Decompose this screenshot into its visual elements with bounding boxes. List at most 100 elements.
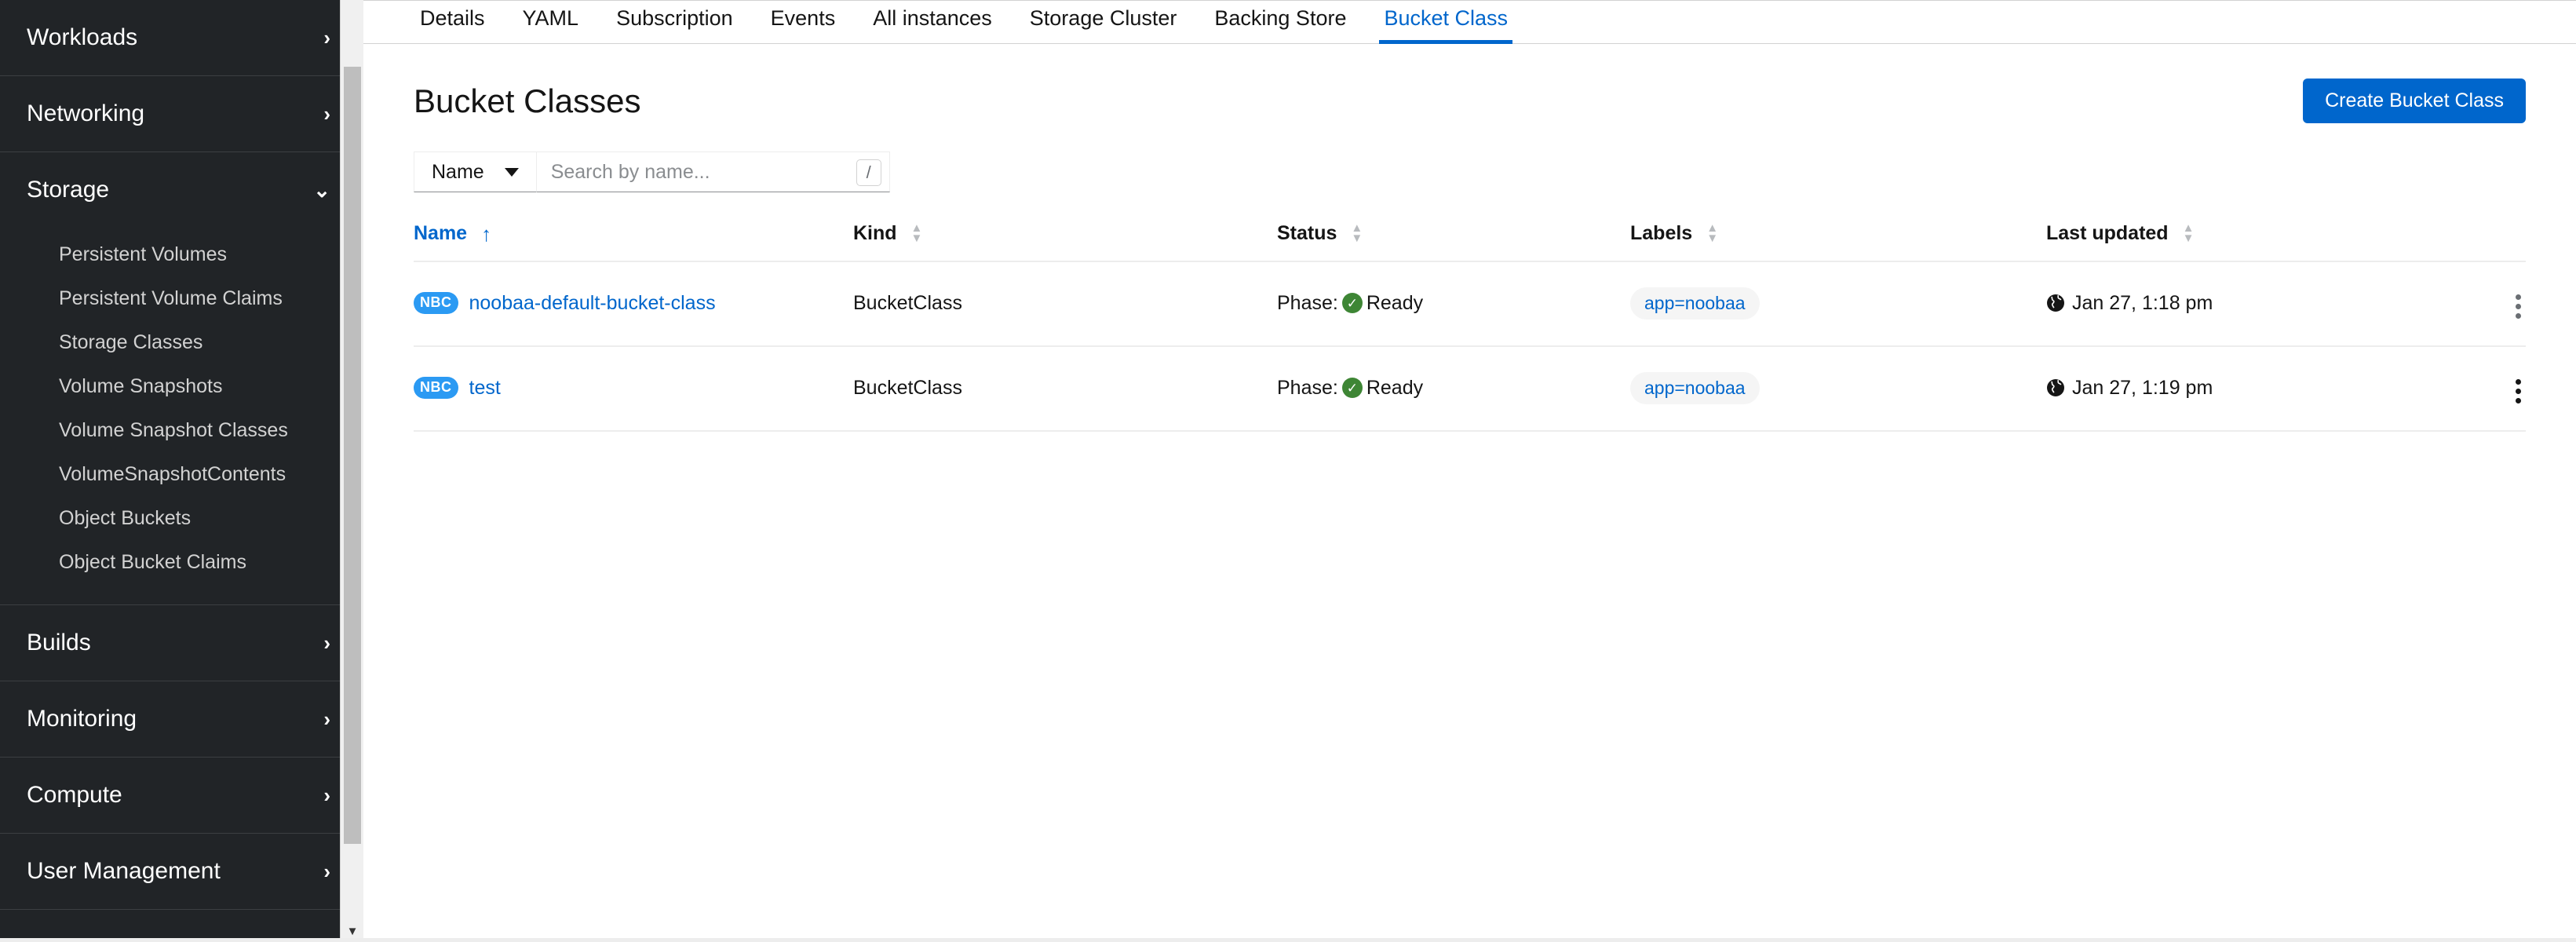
sidebar-group-monitoring: Monitoring › [0,681,363,758]
filter-attribute-select[interactable]: Name [414,152,537,192]
sort-unsorted-icon: ▲ ▼ [910,221,923,245]
cell-status: Phase: ✓ Ready [1277,346,1630,432]
bucket-classes-table: Name ↑ Kind ▲ ▼ Status ▲ ▼ Labels ▲ ▼ La… [414,211,2526,432]
sidebar-item-volumesnapshotcontents[interactable]: VolumeSnapshotContents [0,452,363,496]
column-header-label: Name [414,222,468,244]
tab-subscription[interactable]: Subscription [597,6,752,43]
label-chip[interactable]: app=noobaa [1630,371,1760,404]
filter-attribute-label: Name [432,160,484,183]
sidebar-item-label: User Management [27,858,221,884]
sidebar-scrollbar[interactable]: ▼ [340,0,363,942]
resource-link[interactable]: noobaa-default-bucket-class [469,292,716,315]
globe-icon [2047,379,2064,396]
check-circle-icon: ✓ [1341,293,1363,313]
sidebar-group-builds: Builds › [0,605,363,681]
sidebar-item-object-bucket-claims[interactable]: Object Bucket Claims [0,540,363,584]
chevron-right-icon: › [323,631,330,655]
column-header-label: Last updated [2046,222,2169,244]
resource-link[interactable]: test [469,377,501,400]
filter-group: Name / [414,152,890,192]
sidebar-item-storage[interactable]: Storage ⌄ [0,152,363,228]
search-input[interactable] [536,152,889,192]
chevron-right-icon: › [323,783,330,807]
tab-bucket-class[interactable]: Bucket Class [1365,6,1527,44]
console-page: Workloads › Networking › Storage ⌄ Persi… [0,0,2576,942]
chevron-right-icon: › [323,707,330,731]
row-actions-kebab-icon[interactable] [2511,290,2526,323]
column-header-name[interactable]: Name ↑ [414,211,853,262]
column-header-actions [2432,211,2526,262]
status-prefix: Phase: [1277,291,1338,314]
column-header-last-updated[interactable]: Last updated ▲ ▼ [2046,211,2432,262]
column-header-kind[interactable]: Kind ▲ ▼ [853,211,1277,262]
last-updated-text: Jan 27, 1:19 pm [2072,376,2213,399]
cell-actions [2432,346,2526,432]
filter-toolbar: Name / [363,123,2576,192]
cell-name: NBC test [414,346,853,432]
table-body: NBC noobaa-default-bucket-class BucketCl… [414,261,2526,432]
tab-all-instances[interactable]: All instances [854,6,1011,43]
tab-events[interactable]: Events [752,6,855,43]
status-badge: Ready [1366,376,1424,399]
check-circle-icon: ✓ [1341,378,1363,398]
page-bottom-edge [0,938,2576,942]
sidebar-item-monitoring[interactable]: Monitoring › [0,681,363,757]
sidebar-item-label: Workloads [27,24,138,50]
column-header-labels[interactable]: Labels ▲ ▼ [1630,211,2046,262]
chevron-right-icon: › [323,102,330,126]
sidebar-item-object-buckets[interactable]: Object Buckets [0,496,363,540]
sidebar-item-builds[interactable]: Builds › [0,605,363,681]
sidebar-submenu-storage: Persistent Volumes Persistent Volume Cla… [0,228,363,604]
sidebar-item-compute[interactable]: Compute › [0,758,363,833]
sidebar-item-user-management[interactable]: User Management › [0,834,363,909]
chevron-down-icon: ⌄ [313,178,330,202]
chevron-right-icon: › [323,860,330,883]
sidebar-item-volume-snapshot-classes[interactable]: Volume Snapshot Classes [0,408,363,452]
sidebar-item-workloads[interactable]: Workloads › [0,0,363,75]
cell-kind: BucketClass [853,261,1277,347]
tab-details[interactable]: Details [401,6,504,43]
bucket-classes-table-container: Name ↑ Kind ▲ ▼ Status ▲ ▼ Labels ▲ ▼ La… [363,192,2576,432]
last-updated-text: Jan 27, 1:18 pm [2072,291,2213,314]
sidebar-item-persistent-volume-claims[interactable]: Persistent Volume Claims [0,276,363,320]
sidebar-item-storage-classes[interactable]: Storage Classes [0,320,363,364]
primary-sidebar: Workloads › Networking › Storage ⌄ Persi… [0,0,363,942]
column-header-label: Kind [853,222,897,244]
column-header-label: Labels [1630,222,1693,244]
sidebar-group-workloads: Workloads › [0,0,363,76]
column-header-label: Status [1277,222,1337,244]
label-chip[interactable]: app=noobaa [1630,287,1760,319]
cell-labels: app=noobaa [1630,346,2046,432]
table-header-row: Name ↑ Kind ▲ ▼ Status ▲ ▼ Labels ▲ ▼ La… [414,211,2526,262]
cell-kind: BucketClass [853,346,1277,432]
table-row: NBC noobaa-default-bucket-class BucketCl… [414,261,2526,347]
sidebar-item-label: Builds [27,630,91,655]
row-actions-kebab-icon[interactable] [2511,374,2526,408]
sidebar-group-networking: Networking › [0,76,363,152]
sidebar-scrollbar-thumb[interactable] [344,67,361,844]
sidebar-item-networking[interactable]: Networking › [0,76,363,152]
search-shortcut-badge: / [856,159,881,186]
horizontal-tab-bar: Details YAML Subscription Events All ins… [363,0,2576,44]
cell-last-updated: Jan 27, 1:19 pm [2046,346,2432,432]
table-head: Name ↑ Kind ▲ ▼ Status ▲ ▼ Labels ▲ ▼ La… [414,211,2526,262]
tab-yaml[interactable]: YAML [504,6,598,43]
status-badge: Ready [1366,291,1424,314]
bucket-class-resource-icon: NBC [414,292,458,314]
page-header: Bucket Classes Create Bucket Class [363,44,2576,123]
column-header-status[interactable]: Status ▲ ▼ [1277,211,1630,262]
tab-backing-store[interactable]: Backing Store [1195,6,1365,43]
sidebar-item-volume-snapshots[interactable]: Volume Snapshots [0,364,363,408]
scroll-down-arrow-icon[interactable]: ▼ [341,926,363,937]
create-bucket-class-button[interactable]: Create Bucket Class [2303,78,2526,123]
sidebar-item-label: Networking [27,100,145,126]
chevron-right-icon: › [323,26,330,49]
tab-storage-cluster[interactable]: Storage Cluster [1011,6,1196,43]
sort-unsorted-icon: ▲ ▼ [1351,221,1363,245]
sidebar-item-label: Monitoring [27,706,137,732]
sidebar-item-label: Storage [27,177,110,203]
sidebar-item-persistent-volumes[interactable]: Persistent Volumes [0,232,363,276]
bucket-class-resource-icon: NBC [414,377,458,399]
status-prefix: Phase: [1277,376,1338,399]
chevron-down-icon [504,167,519,177]
